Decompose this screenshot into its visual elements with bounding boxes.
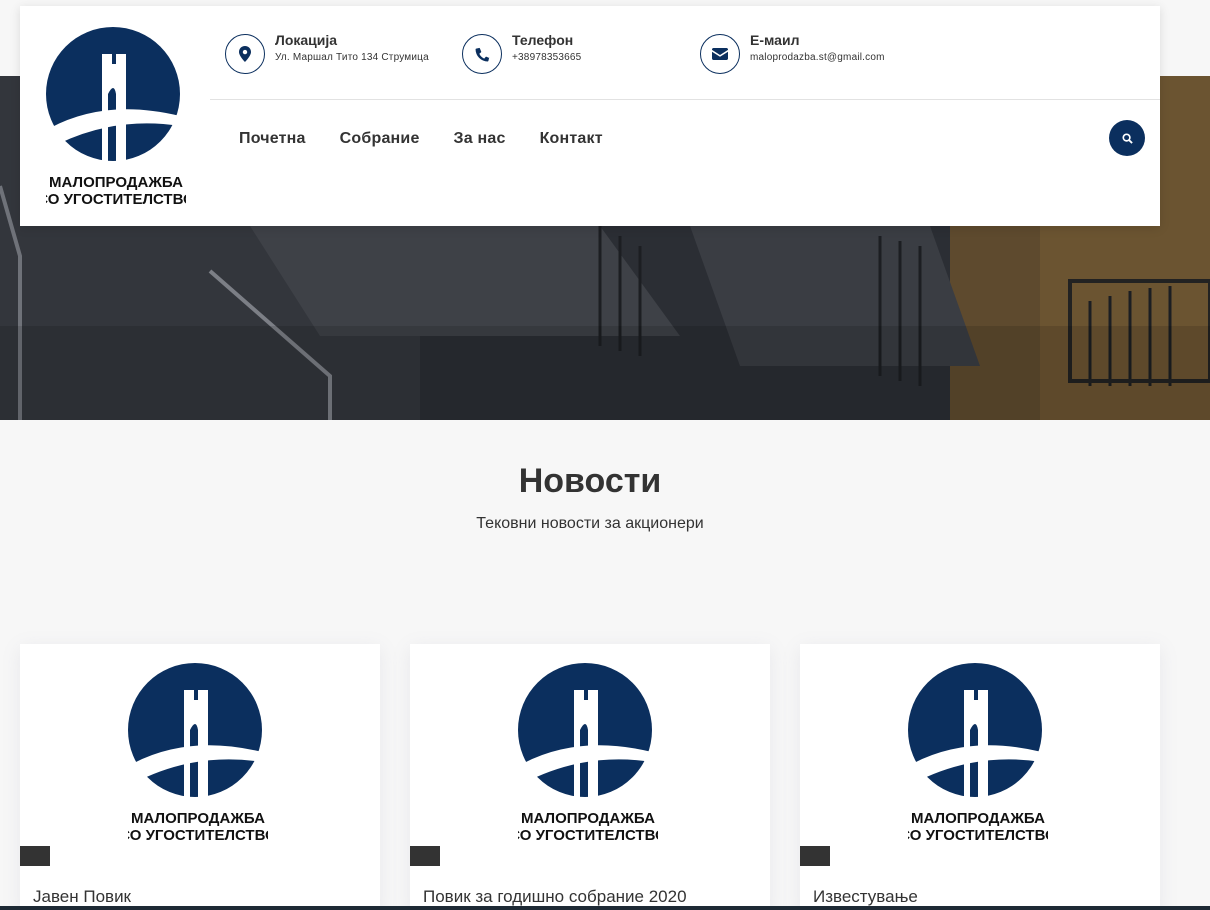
- envelope-icon: [700, 34, 740, 74]
- search-button[interactable]: [1109, 120, 1145, 156]
- location-value: Ул. Маршал Тито 134 Струмица: [275, 52, 429, 63]
- email-label: Е-маил: [750, 32, 800, 48]
- card-logo-line-2: СО УГОСТИТЕЛСТВО: [128, 827, 268, 844]
- page-bottom-bar: [0, 906, 1210, 910]
- contact-location: Локација Ул. Маршал Тито 134 Струмица: [225, 30, 429, 74]
- card-logo-line-2: СО УГОСТИТЕЛСТВО: [908, 827, 1048, 844]
- card-logo-line-1: МАЛОПРОДАЖБА: [911, 810, 1045, 827]
- site-header: МАЛОПРОДАЖБА СО УГОСТИТЕЛСТВО Локација У…: [20, 6, 1160, 226]
- news-card[interactable]: МАЛОПРОДАЖБА СО УГОСТИТЕЛСТВО Јавен Пови…: [20, 644, 380, 910]
- contact-email: Е-маил maloprodazba.st@gmail.com: [700, 30, 885, 74]
- card-logo-line-2: СО УГОСТИТЕЛСТВО: [518, 827, 658, 844]
- main-nav: Почетна Собрание За нас Контакт: [239, 130, 637, 148]
- card-title[interactable]: Јавен Повик: [33, 887, 131, 907]
- news-card[interactable]: МАЛОПРОДАЖБА СО УГОСТИТЕЛСТВО Повик за г…: [410, 644, 770, 910]
- logo-line-1: МАЛОПРОДАЖБА: [49, 174, 183, 191]
- card-title[interactable]: Повик за годишно собрание 2020: [423, 887, 687, 907]
- contact-phone: Телефон +38978353665: [462, 30, 581, 74]
- location-label: Локација: [275, 32, 338, 48]
- news-card[interactable]: МАЛОПРОДАЖБА СО УГОСТИТЕЛСТВО Известувањ…: [800, 644, 1160, 910]
- header-divider: [210, 99, 1160, 100]
- section-subtitle: Тековни новости за акционери: [476, 515, 704, 532]
- nav-item-contact[interactable]: Контакт: [540, 130, 603, 148]
- card-title[interactable]: Известување: [813, 887, 918, 907]
- phone-label: Телефон: [512, 32, 574, 48]
- nav-item-assembly[interactable]: Собрание: [340, 130, 420, 148]
- card-logo-line-1: МАЛОПРОДАЖБА: [131, 810, 265, 827]
- card-logo-image: МАЛОПРОДАЖБА СО УГОСТИТЕЛСТВО: [128, 663, 268, 844]
- logo-line-2: СО УГОСТИТЕЛСТВО: [46, 191, 186, 208]
- nav-item-about[interactable]: За нас: [454, 130, 506, 148]
- phone-icon: [462, 34, 502, 74]
- nav-item-home[interactable]: Почетна: [239, 130, 306, 148]
- card-logo-line-1: МАЛОПРОДАЖБА: [521, 810, 655, 827]
- site-logo[interactable]: МАЛОПРОДАЖБА СО УГОСТИТЕЛСТВО: [46, 26, 186, 208]
- section-title: Новости: [518, 462, 662, 500]
- card-category-tag[interactable]: [410, 846, 440, 866]
- card-category-tag[interactable]: [800, 846, 830, 866]
- card-logo-image: МАЛОПРОДАЖБА СО УГОСТИТЕЛСТВО: [908, 663, 1048, 844]
- card-category-tag[interactable]: [20, 846, 50, 866]
- phone-value[interactable]: +38978353665: [512, 51, 581, 65]
- email-value[interactable]: maloprodazba.st@gmail.com: [750, 51, 885, 65]
- card-logo-image: МАЛОПРОДАЖБА СО УГОСТИТЕЛСТВО: [518, 663, 658, 844]
- map-pin-icon: [225, 34, 265, 74]
- search-icon: [1121, 132, 1133, 144]
